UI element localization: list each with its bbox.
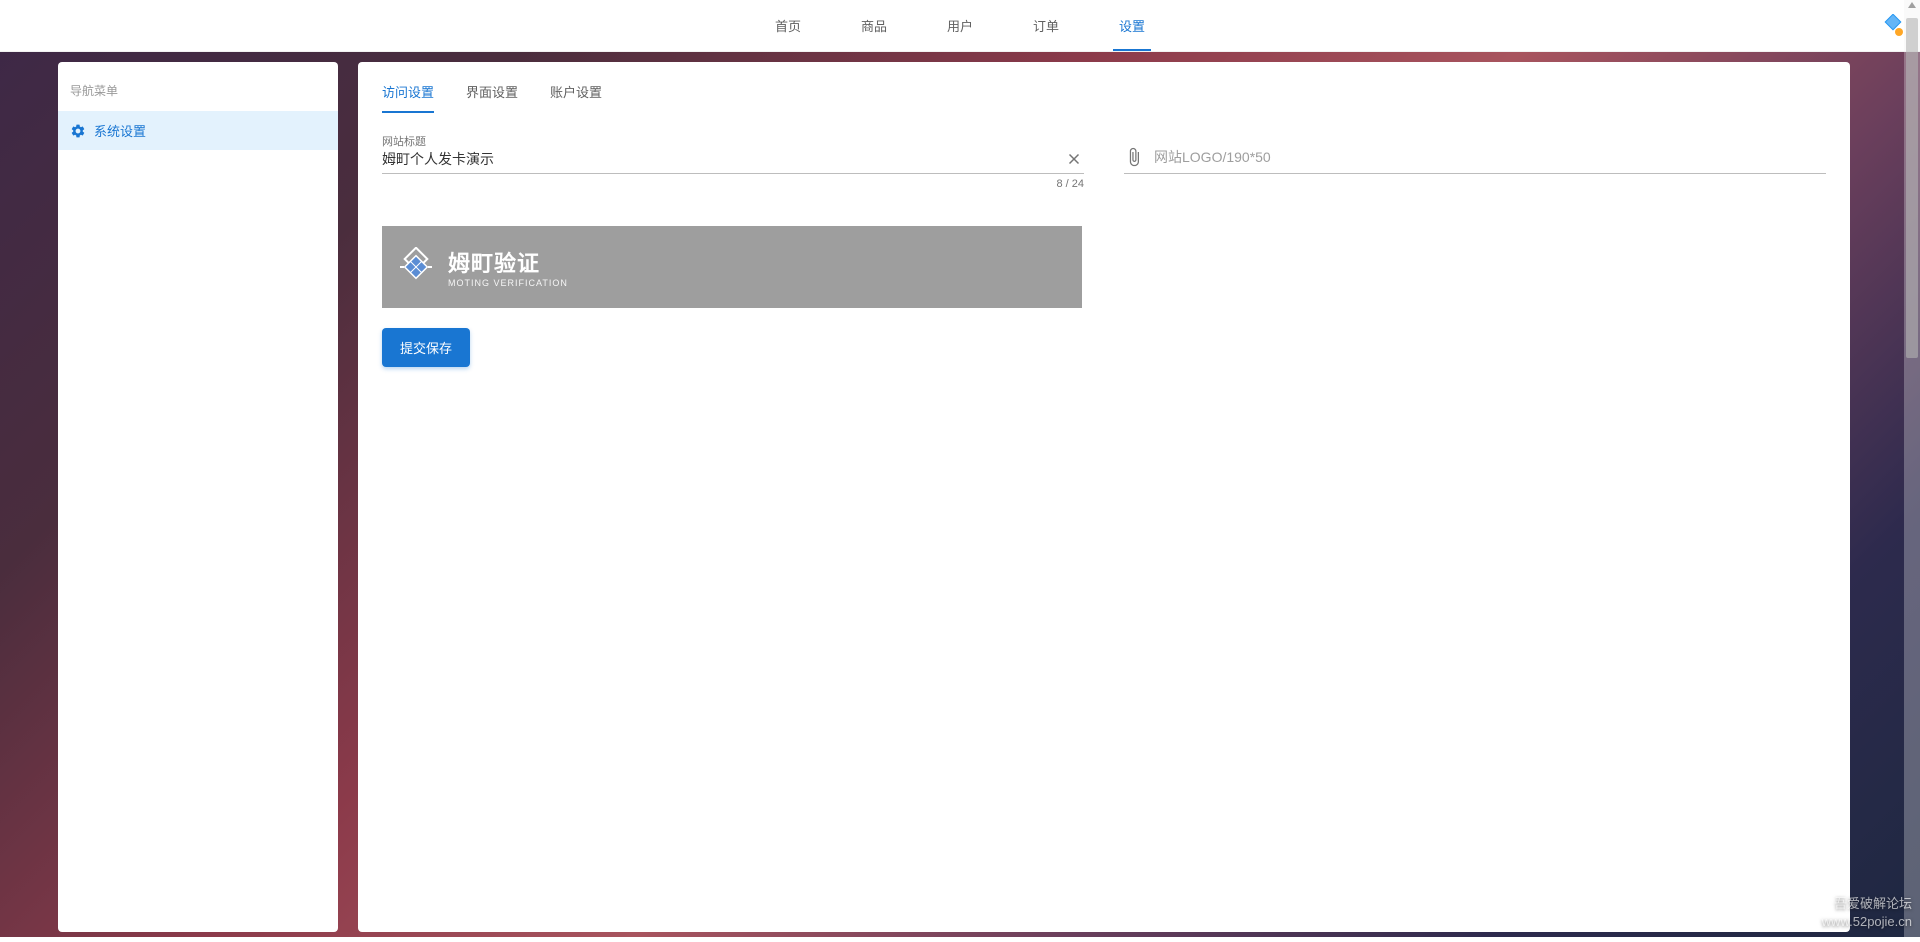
site-title-field: 网站标题 8 / 24: [382, 137, 1084, 190]
watermark-line2: www.52pojie.cn: [1822, 913, 1912, 931]
logo-content: 姆町验证 MOTING VERIFICATION: [396, 246, 568, 288]
logo-text-container: 姆町验证 MOTING VERIFICATION: [448, 246, 568, 288]
nav-item-settings[interactable]: 设置: [1119, 0, 1145, 51]
tab-account-settings[interactable]: 账户设置: [550, 82, 602, 113]
main-panel: 访问设置 界面设置 账户设置 网站标题 8 / 2: [358, 62, 1850, 932]
logo-upload-placeholder: 网站LOGO/190*50: [1154, 147, 1826, 167]
sidebar-title: 导航菜单: [58, 74, 338, 111]
scrollbar-track[interactable]: [1904, 0, 1920, 937]
logo-sub-text: MOTING VERIFICATION: [448, 278, 568, 288]
tab-access-settings[interactable]: 访问设置: [382, 82, 434, 113]
sidebar-item-system-settings[interactable]: 系统设置: [58, 111, 338, 150]
nav-item-home[interactable]: 首页: [775, 0, 801, 51]
char-counter: 8 / 24: [382, 178, 1084, 190]
nav-item-orders[interactable]: 订单: [1033, 0, 1059, 51]
scrollbar-arrow-up-icon[interactable]: [1908, 2, 1916, 8]
tab-interface-settings[interactable]: 界面设置: [466, 82, 518, 113]
nav-item-products[interactable]: 商品: [861, 0, 887, 51]
watermark-line1: 吾爱破解论坛: [1822, 895, 1912, 913]
logo-main-text: 姆町验证: [448, 246, 568, 278]
watermark: 吾爱破解论坛 www.52pojie.cn: [1822, 895, 1912, 931]
nav-items-container: 首页 商品 用户 订单 设置: [775, 0, 1145, 51]
app-logo-icon[interactable]: [1881, 14, 1905, 38]
attachment-icon: [1124, 147, 1144, 167]
form-area: 网站标题 8 / 24: [358, 113, 1850, 391]
logo-upload-field[interactable]: 网站LOGO/190*50: [1124, 137, 1826, 174]
sidebar-item-label: 系统设置: [94, 121, 146, 140]
gear-icon: [70, 123, 86, 139]
submit-save-button[interactable]: 提交保存: [382, 328, 470, 367]
sub-tabs: 访问设置 界面设置 账户设置: [358, 62, 1850, 113]
logo-preview-image: 姆町验证 MOTING VERIFICATION: [382, 226, 1082, 308]
site-title-label: 网站标题: [382, 133, 426, 149]
form-row: 网站标题 8 / 24: [382, 137, 1826, 190]
sidebar: 导航菜单 系统设置: [58, 62, 338, 932]
content-wrapper: 导航菜单 系统设置 访问设置 界面设置 账户设置 网站标题: [0, 52, 1920, 942]
nav-item-users[interactable]: 用户: [947, 0, 973, 51]
clear-input-button[interactable]: [1064, 149, 1084, 169]
site-title-input[interactable]: [382, 137, 1084, 174]
logo-diamond-icon: [396, 247, 436, 287]
scrollbar-thumb[interactable]: [1906, 18, 1918, 358]
top-navigation-bar: 首页 商品 用户 订单 设置: [0, 0, 1920, 52]
